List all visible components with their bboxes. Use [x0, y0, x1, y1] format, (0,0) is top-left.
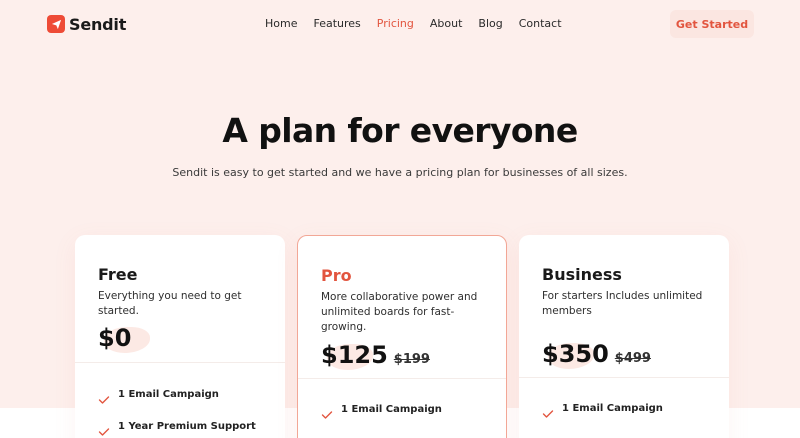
nav-link-blog[interactable]: Blog — [478, 17, 502, 31]
check-icon — [321, 405, 333, 419]
plan-price-value: $125 — [321, 341, 388, 369]
plan-feature-item: 1 Email Campaign — [98, 389, 219, 404]
nav-link-contact[interactable]: Contact — [519, 17, 562, 31]
plan-description: Everything you need to get started. — [98, 290, 242, 317]
plan-feature-item: 1 Email Campaign — [542, 403, 663, 418]
plan-feature-label: 1 Email Campaign — [562, 403, 663, 414]
brand-logo[interactable]: Sendit — [47, 14, 126, 34]
plan-card-pro[interactable]: Pro More collaborative power and unlimit… — [297, 235, 507, 438]
get-started-button[interactable]: Get Started — [670, 10, 754, 38]
main-nav: Home Features Pricing About Blog Contact — [265, 17, 578, 31]
plan-feature-label: 1 Year Premium Support — [118, 421, 256, 432]
card-divider — [75, 362, 285, 363]
plan-old-price: $199 — [393, 352, 430, 367]
plan-card-free[interactable]: Free Everything you need to get started.… — [75, 235, 285, 438]
plan-feature-label: 1 Email Campaign — [118, 389, 219, 400]
plan-name: Business — [542, 265, 622, 284]
plan-price-value: $0 — [98, 324, 132, 352]
plan-feature-item: 1 Email Campaign — [321, 404, 442, 419]
paper-plane-icon — [47, 15, 65, 33]
plan-feature-item: 1 Year Premium Support — [98, 421, 256, 436]
check-icon — [98, 390, 110, 404]
brand-name: Sendit — [69, 14, 127, 34]
plan-card-business[interactable]: Business For starters Includes unlimited… — [519, 235, 729, 438]
plan-price: $0 — [98, 323, 150, 353]
page-subtitle: Sendit is easy to get started and we hav… — [172, 166, 628, 179]
plan-old-price: $499 — [614, 351, 651, 366]
plan-description: For starters Includes unlimited members — [542, 290, 703, 317]
check-icon — [98, 422, 110, 436]
plan-name: Pro — [321, 266, 352, 285]
check-icon — [542, 404, 554, 418]
site-header: Sendit Home Features Pricing About Blog … — [0, 0, 800, 48]
plan-price-value: $350 — [542, 340, 609, 368]
nav-link-features[interactable]: Features — [313, 17, 360, 31]
plan-description: More collaborative power and unlimited b… — [321, 291, 478, 333]
plan-name: Free — [98, 265, 138, 284]
plan-price: $125 $199 — [321, 340, 430, 370]
nav-link-about[interactable]: About — [430, 17, 463, 31]
card-divider — [519, 377, 729, 378]
card-divider — [298, 378, 506, 379]
plan-price: $350 $499 — [542, 339, 651, 369]
page-title: A plan for everyone — [222, 111, 578, 150]
nav-link-pricing[interactable]: Pricing — [377, 17, 414, 31]
plan-feature-label: 1 Email Campaign — [341, 404, 442, 415]
nav-link-home[interactable]: Home — [265, 17, 297, 31]
